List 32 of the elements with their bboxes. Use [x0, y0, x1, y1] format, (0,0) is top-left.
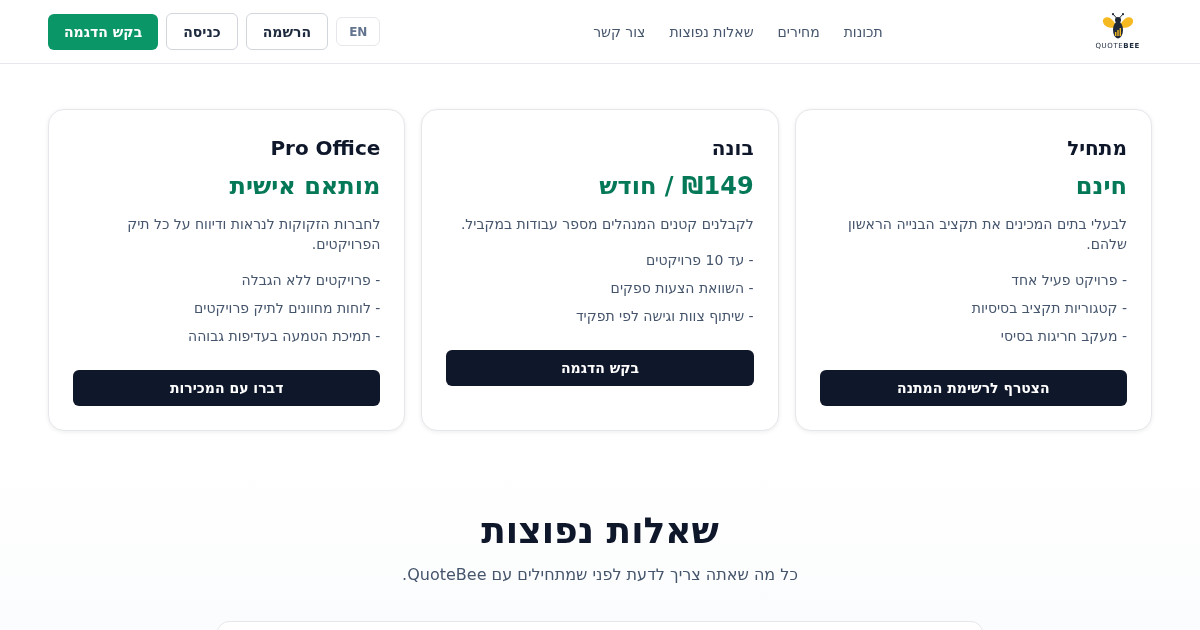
- demo-button[interactable]: בקש הדגמה: [48, 13, 159, 50]
- plan-button[interactable]: בקש הדגמה: [446, 350, 754, 386]
- plan-feature: - עד 10 פרויקטים: [645, 251, 754, 270]
- header-button[interactable]: כניסה: [166, 13, 238, 50]
- plan-price: חינם: [1074, 171, 1127, 202]
- plan-feature: - פרויקט פעיל אחד: [1010, 271, 1127, 290]
- nav-link[interactable]: תכונות: [843, 21, 883, 42]
- plan-button[interactable]: הצטרף לרשימת המתנה: [819, 370, 1127, 406]
- plan-name: Pro Office: [269, 135, 381, 162]
- plan-button[interactable]: דברו עם המכירות: [73, 370, 381, 406]
- nav-link[interactable]: שאלות נפוצות: [669, 21, 754, 42]
- plan-description: לקבלנים קטנים המנהלים מספר עבודות במקביל.: [459, 215, 754, 234]
- plan-feature: - פרויקטים ללא הגבלה: [240, 271, 381, 290]
- plan-feature: - תמיכת הטמעה בעדיפות גבוהה: [187, 327, 381, 346]
- plan-feature: - קטגוריות תקציב בסיסיות: [970, 299, 1127, 318]
- plan-feature: - השוואת הצעות ספקים: [609, 279, 754, 298]
- nav-link[interactable]: צור קשר: [593, 21, 646, 42]
- plan-price: מותאם אישית: [228, 171, 381, 202]
- plan-description: לבעלי בתים המכינים את תקציב הבנייה הראשון שלהם.: [847, 215, 1127, 254]
- section-subtitle: כל מה שאתה צריך לדעת לפני שמתחילים עם QuoteBee.: [401, 564, 799, 586]
- plan-feature: - לוחות מחוונים לתיק פרויקטים: [193, 299, 381, 318]
- plan-price: ₪149 / חודש: [598, 171, 754, 202]
- plan-name: בונה: [710, 135, 754, 162]
- section-title: שאלות נפוצות: [480, 511, 720, 551]
- plan-name: מתחיל: [1066, 135, 1127, 162]
- plan-feature: - מעקב חריגות בסיסי: [999, 327, 1127, 346]
- bee-icon: [1100, 13, 1135, 40]
- nav-link[interactable]: מחירים: [777, 21, 820, 42]
- header-button[interactable]: הרשמה: [245, 13, 329, 50]
- plan-feature: - שיתוף צוות וגישה לפי תפקיד: [574, 307, 754, 326]
- plan-description: לחברות הזקוקות לנראות ודיווח על כל תיק הפרויקטים.: [126, 215, 381, 254]
- language-button[interactable]: EN: [336, 17, 381, 46]
